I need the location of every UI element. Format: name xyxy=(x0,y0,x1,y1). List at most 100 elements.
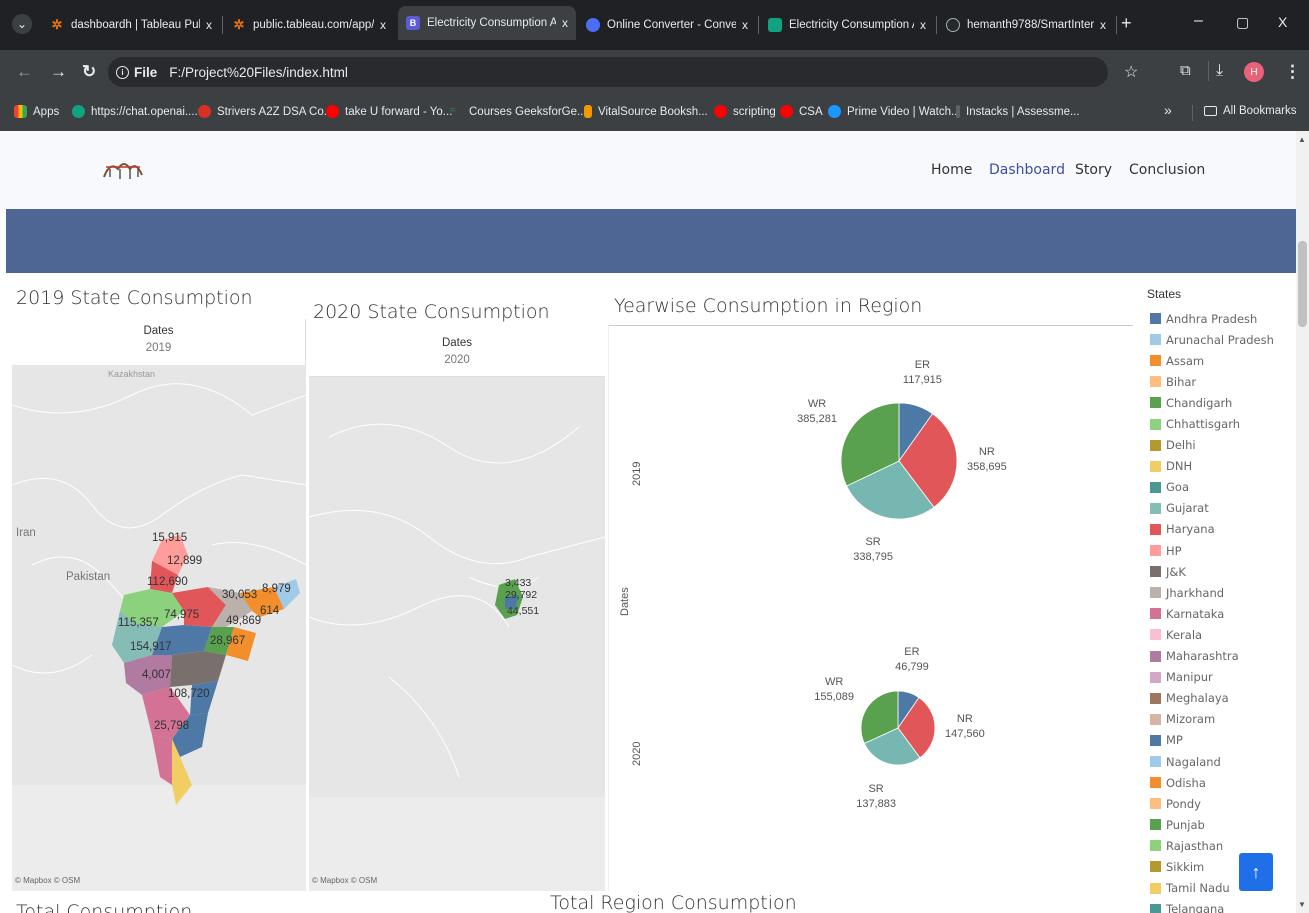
bookmark-chatgpt[interactable]: https://chat.openai.... xyxy=(72,105,198,118)
tab-search-icon[interactable]: ⌄ xyxy=(12,14,32,34)
legend-swatch xyxy=(1150,671,1161,683)
legend-item[interactable]: HP xyxy=(1150,540,1274,561)
tab-3-active[interactable]: B Electricity Consumption An x xyxy=(398,6,576,40)
map-2019[interactable]: Iran Pakistan Kazakhstan 15,915 12,899 1… xyxy=(12,365,306,891)
nav-dashboard[interactable]: Dashboard xyxy=(989,162,1065,178)
bookmark-instacks[interactable]: Instacks | Assessme... xyxy=(956,105,1080,118)
legend-item[interactable]: Chandigarh xyxy=(1150,392,1274,413)
tab-4[interactable]: Online Converter - Convert x xyxy=(578,10,756,40)
bookmark-geeksforgeeks[interactable]: ≈ Courses GeeksforGe... xyxy=(450,105,587,118)
legend-item[interactable]: Goa xyxy=(1150,477,1274,498)
scrollbar-thumb[interactable] xyxy=(1298,241,1307,327)
pie-label-2020-wr: WR 155,089 xyxy=(814,675,854,705)
reload-icon[interactable]: ↻ xyxy=(82,62,96,82)
legend-item[interactable]: Andhra Pradesh xyxy=(1150,308,1274,329)
nav-home[interactable]: Home xyxy=(931,162,972,178)
bookmark-csa[interactable]: CSA xyxy=(780,105,823,118)
bookmarks-overflow-button[interactable]: » xyxy=(1164,102,1172,118)
bookmark-strivers[interactable]: Strivers A2Z DSA Co... xyxy=(198,105,333,118)
legend-item[interactable]: Maharashtra xyxy=(1150,646,1274,667)
address-bar: ← → ↻ i File F:/Project%20Files/index.ht… xyxy=(0,50,1309,94)
close-window-button[interactable]: X xyxy=(1278,14,1287,30)
legend-label: Kerala xyxy=(1166,627,1203,642)
hero-banner xyxy=(6,209,1296,273)
bookmark-label: Strivers A2Z DSA Co... xyxy=(217,105,334,118)
forward-arrow-icon[interactable]: → xyxy=(50,62,67,82)
avatar[interactable]: H xyxy=(1244,62,1264,82)
youtube-icon xyxy=(780,105,793,118)
legend-item[interactable]: Delhi xyxy=(1150,435,1274,456)
close-icon[interactable]: x xyxy=(920,18,926,32)
tableau-icon: ✲ xyxy=(51,17,63,32)
scroll-up-icon[interactable]: ▲ xyxy=(1298,135,1306,144)
b-icon: B xyxy=(406,16,420,30)
tab-5[interactable]: Electricity Consumption An x xyxy=(760,10,934,40)
url-field[interactable]: i File F:/Project%20Files/index.html xyxy=(108,57,1108,87)
close-icon[interactable]: x xyxy=(742,18,748,32)
tab-1[interactable]: ✲ dashboardh | Tableau Publi x xyxy=(42,10,220,40)
map-2020[interactable]: 3,433 29,792 44,551 © Mapbox © OSM xyxy=(309,377,605,891)
legend-item[interactable]: Kerala xyxy=(1150,624,1274,645)
star-icon[interactable]: ☆ xyxy=(1124,62,1138,82)
tab-6[interactable]: hemanth9788/SmartIntern x xyxy=(938,10,1114,40)
site-info-chip[interactable]: i File xyxy=(116,65,157,80)
legend-item[interactable]: DNH xyxy=(1150,456,1274,477)
legend-item[interactable]: Jharkhand xyxy=(1150,582,1274,603)
state-value-label: 3,433 xyxy=(505,577,532,589)
close-icon[interactable]: x xyxy=(562,16,568,30)
legend-item[interactable]: Manipur xyxy=(1150,667,1274,688)
bookmark-prime-video[interactable]: Prime Video | Watch... xyxy=(828,105,961,118)
legend-item[interactable]: MP xyxy=(1150,730,1274,751)
menu-icon[interactable]: ⋮ xyxy=(1284,62,1301,82)
download-icon[interactable]: ⤓ xyxy=(1216,62,1223,80)
close-icon[interactable]: x xyxy=(206,18,212,32)
legend-label: Maharashtra xyxy=(1166,649,1239,664)
legend-item[interactable]: Pondy xyxy=(1150,793,1274,814)
minimize-button[interactable]: – xyxy=(1194,12,1203,30)
scroll-down-icon[interactable]: ▼ xyxy=(1298,900,1306,909)
back-to-top-button[interactable]: ↑ xyxy=(1239,853,1273,891)
nav-conclusion[interactable]: Conclusion xyxy=(1129,162,1205,178)
restore-button[interactable]: ▢ xyxy=(1236,14,1249,31)
legend-label: Haryana xyxy=(1166,522,1215,537)
legend-item[interactable]: Telangana xyxy=(1150,899,1274,913)
bookmark-apps[interactable]: Apps xyxy=(14,105,59,118)
bookmark-label: VitalSource Booksh... xyxy=(598,105,708,118)
all-bookmarks-label: All Bookmarks xyxy=(1223,105,1297,117)
close-icon[interactable]: x xyxy=(380,18,386,32)
new-tab-button[interactable]: + xyxy=(1121,13,1132,34)
legend-item[interactable]: Nagaland xyxy=(1150,751,1274,772)
page-scrollbar[interactable]: ▲ ▼ xyxy=(1296,131,1309,913)
nav-story[interactable]: Story xyxy=(1075,162,1112,178)
legend-item[interactable]: Mizoram xyxy=(1150,709,1274,730)
back-arrow-icon[interactable]: ← xyxy=(16,62,33,82)
legend-item[interactable]: Haryana xyxy=(1150,519,1274,540)
legend-item[interactable]: Arunachal Pradesh xyxy=(1150,329,1274,350)
map-attribution[interactable]: © Mapbox © OSM xyxy=(312,876,377,885)
map-attribution[interactable]: © Mapbox © OSM xyxy=(15,876,80,885)
pie-chart-panel: Dates 2019 2020 ER 117,915 NR 358,695 SR 338,… xyxy=(608,325,1133,891)
legend-item[interactable]: Chhattisgarh xyxy=(1150,413,1274,434)
legend-item[interactable]: Gujarat xyxy=(1150,498,1274,519)
bookmark-scripting[interactable]: scripting xyxy=(714,105,776,118)
tab-label: hemanth9788/SmartIntern xyxy=(967,19,1094,31)
close-icon[interactable]: x xyxy=(1100,18,1106,32)
site-logo[interactable] xyxy=(100,155,146,185)
bookmark-vitalsource[interactable]: VitalSource Booksh... xyxy=(584,105,708,118)
state-value-label: 28,967 xyxy=(210,635,246,647)
bookmark-takeuforward[interactable]: take U forward - Yo... xyxy=(326,105,452,118)
legend-label: Karnataka xyxy=(1166,606,1225,621)
tab-2[interactable]: ✲ public.tableau.com/app/pr x xyxy=(224,10,394,40)
state-value-label: 115,357 xyxy=(118,617,159,629)
legend-swatch xyxy=(1150,418,1161,430)
legend-item[interactable]: Bihar xyxy=(1150,371,1274,392)
legend-item[interactable]: Punjab xyxy=(1150,814,1274,835)
legend-item[interactable]: Karnataka xyxy=(1150,603,1274,624)
legend-swatch xyxy=(1150,397,1161,409)
extensions-icon[interactable]: ⧉ xyxy=(1180,62,1191,79)
legend-item[interactable]: Meghalaya xyxy=(1150,688,1274,709)
legend-item[interactable]: Assam xyxy=(1150,350,1274,371)
legend-item[interactable]: Odisha xyxy=(1150,772,1274,793)
all-bookmarks-button[interactable]: All Bookmarks xyxy=(1204,105,1297,117)
legend-item[interactable]: J&K xyxy=(1150,561,1274,582)
